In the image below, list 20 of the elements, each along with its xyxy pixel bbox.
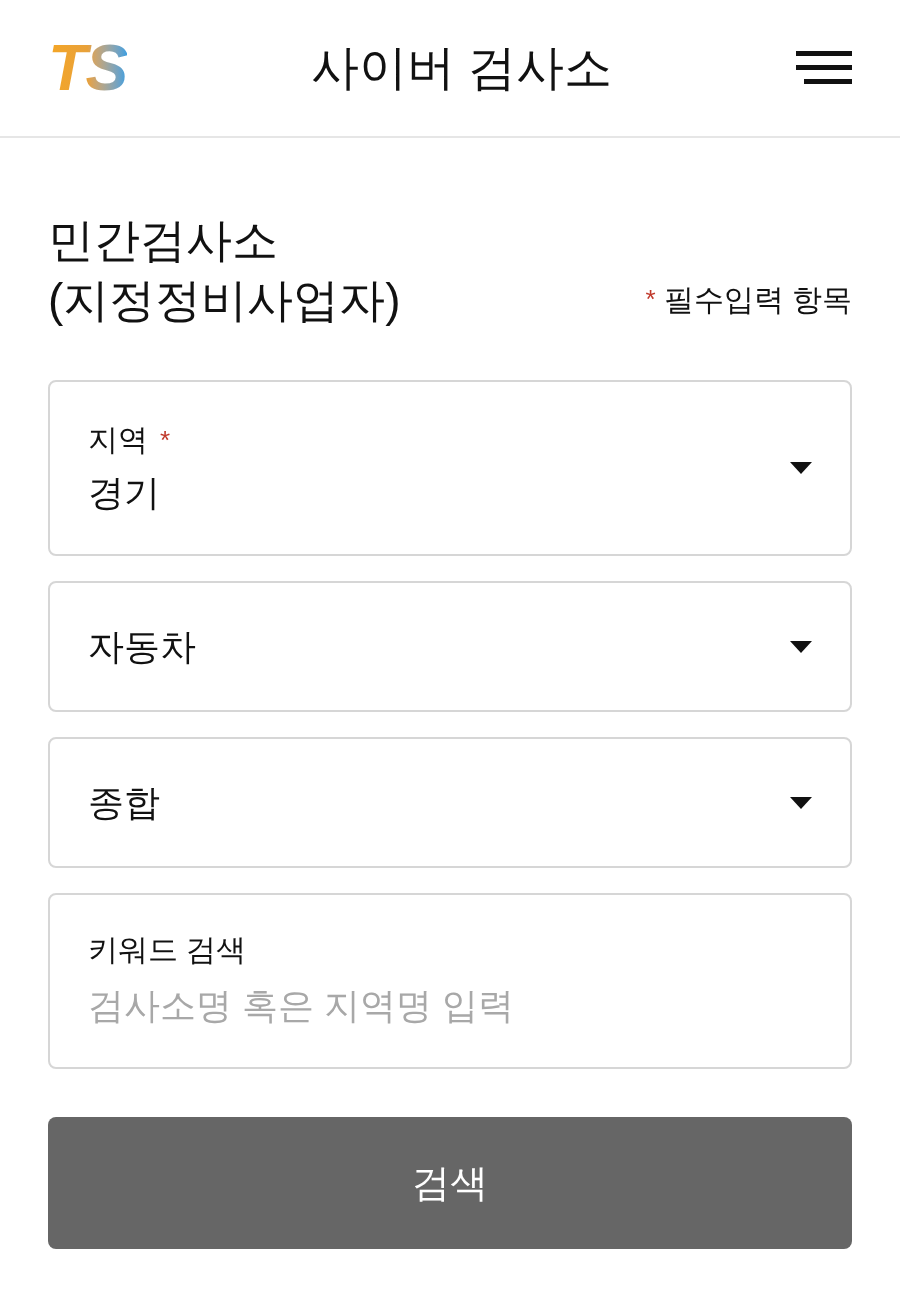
- required-note: 필수입력 항목: [663, 282, 852, 318]
- field-label: 키워드 검색: [88, 935, 247, 965]
- select-value: 경기: [88, 475, 161, 511]
- dropdown-caret-icon: [790, 796, 812, 809]
- section-title: 민간검사소: [48, 213, 279, 268]
- select-value: 자동차: [88, 628, 196, 665]
- field-label: 지역: [88, 425, 148, 455]
- select-value: 종합: [88, 784, 160, 821]
- search-button[interactable]: 검색: [48, 1117, 852, 1249]
- select-field[interactable]: 종합: [48, 737, 852, 868]
- required-asterisk: *: [645, 283, 656, 316]
- dropdown-caret-icon: [790, 640, 812, 653]
- keyword-input-field[interactable]: 검사소명 혹은 지역명 입력: [88, 985, 812, 1027]
- page-title: 사이버 검사소: [310, 44, 612, 92]
- required-asterisk: *: [160, 427, 171, 453]
- menu-icon[interactable]: [796, 51, 852, 85]
- dropdown-caret-icon: [790, 462, 812, 474]
- select-field[interactable]: 자동차: [48, 581, 852, 712]
- select-field[interactable]: 지역 * 경기: [48, 380, 852, 556]
- section-title: (지정정비사업자): [48, 273, 401, 328]
